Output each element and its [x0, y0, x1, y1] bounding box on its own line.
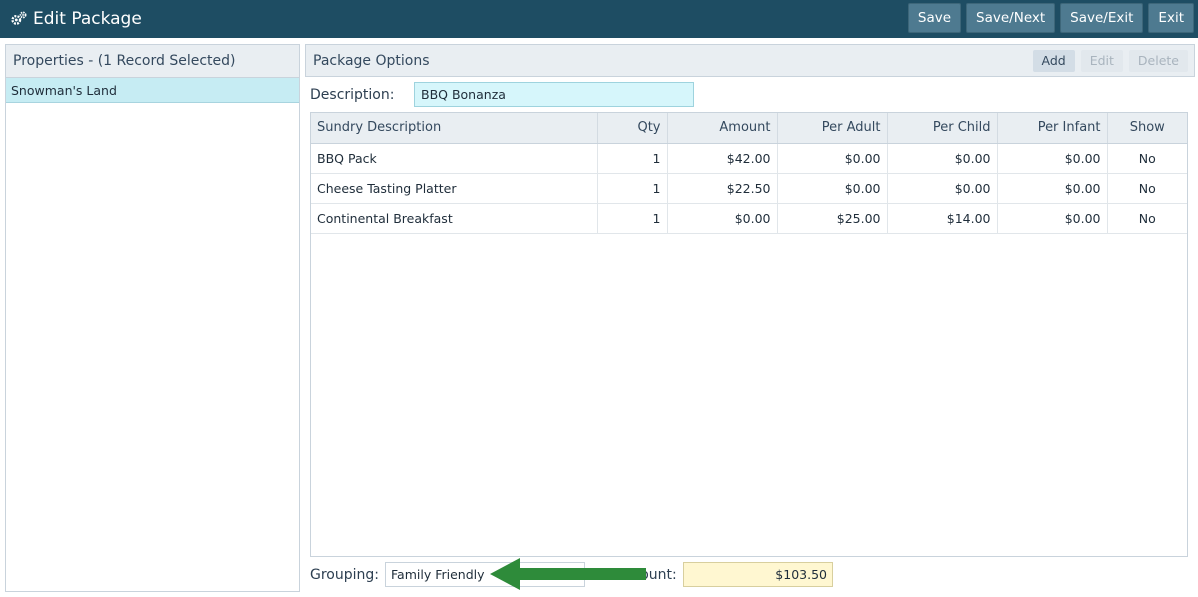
cell-amount: $0.00	[667, 203, 778, 234]
cell-per-adult: $0.00	[777, 173, 888, 204]
description-input[interactable]	[414, 82, 694, 107]
property-item-snowmans-land[interactable]: Snowman's Land	[6, 78, 299, 103]
description-label: Description:	[310, 87, 395, 103]
cell-amount: $42.00	[667, 143, 778, 174]
save-next-button[interactable]: Save/Next	[966, 3, 1056, 33]
column-header-qty[interactable]: Qty	[597, 113, 668, 144]
column-header-show[interactable]: Show	[1107, 113, 1187, 144]
window-title: Edit Package	[33, 9, 142, 29]
cell-show: No	[1107, 143, 1187, 174]
cell-per-adult: $0.00	[777, 143, 888, 174]
delete-button[interactable]: Delete	[1128, 49, 1188, 72]
package-options-header: Package Options Add Edit Delete	[305, 44, 1195, 77]
column-header-per-child[interactable]: Per Child	[887, 113, 998, 144]
cell-show: No	[1107, 173, 1187, 204]
cell-sundry-description: Continental Breakfast	[311, 203, 598, 234]
save-button[interactable]: Save	[907, 3, 962, 33]
amount-field	[683, 562, 833, 587]
edit-button[interactable]: Edit	[1080, 49, 1123, 72]
column-header-sundry-description[interactable]: Sundry Description	[311, 113, 598, 144]
toolbar: Save Save/Next Save/Exit Exit	[903, 3, 1194, 33]
cell-per-infant: $0.00	[997, 143, 1108, 174]
amount-label: Amount:	[617, 567, 677, 583]
save-exit-button[interactable]: Save/Exit	[1060, 3, 1144, 33]
cell-per-infant: $0.00	[997, 203, 1108, 234]
cell-sundry-description: BBQ Pack	[311, 143, 598, 174]
grouping-input[interactable]	[385, 562, 585, 587]
cell-sundry-description: Cheese Tasting Platter	[311, 173, 598, 204]
package-options-title: Package Options	[313, 52, 430, 69]
cell-per-infant: $0.00	[997, 173, 1108, 204]
sundry-table: Sundry Description Qty Amount Per Adult …	[311, 113, 1187, 234]
grouping-label: Grouping:	[310, 567, 379, 583]
properties-panel: Properties - (1 Record Selected) Snowman…	[5, 44, 300, 592]
cell-per-child: $0.00	[887, 173, 998, 204]
title-bar: Edit Package Save Save/Next Save/Exit Ex…	[0, 0, 1198, 38]
cell-qty: 1	[597, 143, 668, 174]
table-row[interactable]: BBQ Pack 1 $42.00 $0.00 $0.00 $0.00 No	[311, 143, 1187, 174]
column-header-per-infant[interactable]: Per Infant	[997, 113, 1108, 144]
table-header-row: Sundry Description Qty Amount Per Adult …	[311, 113, 1187, 144]
add-button[interactable]: Add	[1032, 49, 1075, 72]
sundry-grid: Sundry Description Qty Amount Per Adult …	[310, 112, 1188, 557]
cell-per-child: $14.00	[887, 203, 998, 234]
cell-per-adult: $25.00	[777, 203, 888, 234]
cell-per-child: $0.00	[887, 143, 998, 174]
column-header-amount[interactable]: Amount	[667, 113, 778, 144]
cell-amount: $22.50	[667, 173, 778, 204]
properties-header: Properties - (1 Record Selected)	[6, 45, 299, 78]
exit-button[interactable]: Exit	[1148, 3, 1194, 33]
column-header-per-adult[interactable]: Per Adult	[777, 113, 888, 144]
cell-qty: 1	[597, 173, 668, 204]
gears-icon	[11, 11, 27, 25]
table-row[interactable]: Continental Breakfast 1 $0.00 $25.00 $14…	[311, 203, 1187, 234]
table-row[interactable]: Cheese Tasting Platter 1 $22.50 $0.00 $0…	[311, 173, 1187, 204]
cell-show: No	[1107, 203, 1187, 234]
cell-qty: 1	[597, 203, 668, 234]
